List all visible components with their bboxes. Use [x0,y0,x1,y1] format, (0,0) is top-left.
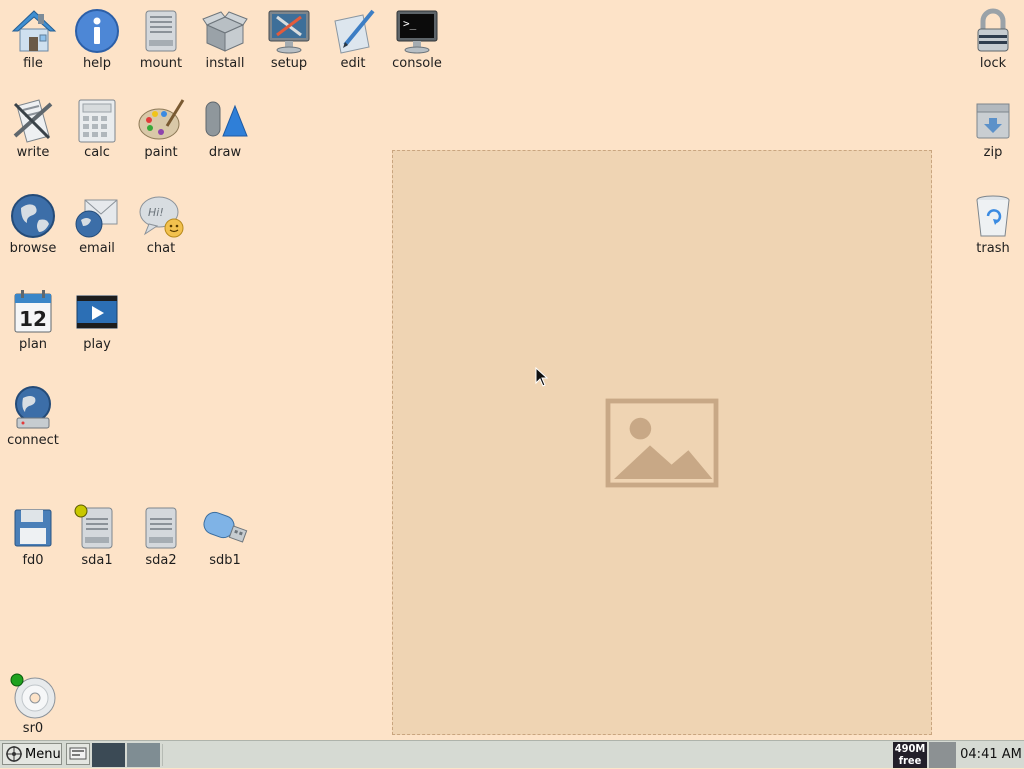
desktop-icon-label: plan [18,337,48,352]
info-icon [75,9,119,53]
console-prompt-text: >_ [403,17,417,30]
taskbar-separator [162,744,163,766]
film-media-icon [76,295,118,329]
free-memory-indicator: 490M free [893,742,927,768]
desktop-icon-sdb1[interactable]: sdb1 [193,504,257,568]
desktop-icon-label: fd0 [22,553,44,568]
desktop-icon-label: edit [340,56,366,71]
home-icon [11,10,57,52]
drive-mounted-icon [74,504,113,549]
desktop-icon-draw[interactable]: draw [193,96,257,160]
desktop-icon-connect[interactable]: connect [1,384,65,448]
pencil-note-icon [334,9,375,54]
desktop-icon-label: paint [144,145,178,160]
desktop-icon-label: sr0 [22,721,44,736]
workspace-pager-2[interactable] [127,743,160,767]
mouse-cursor-icon [535,367,549,387]
desktop-icon-write[interactable]: write [1,96,65,160]
desktop-icon-label: sdb1 [209,553,241,568]
padlock-icon [977,8,1009,52]
desktop-icon-label: calc [84,145,110,160]
desktop-icon-play[interactable]: play [65,288,129,352]
desktop: file help mount install setup edit >_ co… [0,0,1024,740]
email-globe-icon [75,199,118,238]
hard-drive-icon [145,10,177,52]
palette-icon [138,99,185,140]
usb-drive-icon [203,511,248,543]
desktop-icon-paint[interactable]: paint [129,96,193,160]
desktop-icon-label: file [23,56,43,71]
menu-label: Menu [25,746,61,762]
desktop-icon-mount[interactable]: mount [129,7,193,71]
desktop-icon-zip[interactable]: zip [961,96,1024,160]
trash-bin-icon [976,195,1010,237]
desktop-icon-label: console [392,56,442,71]
network-globe-icon [15,386,51,429]
show-desktop-icon [69,747,87,760]
clock[interactable]: 04:41 AM [958,741,1024,769]
menu-button[interactable]: Menu [2,743,62,765]
floppy-disk-icon [14,509,52,547]
desktop-icon-label: install [205,56,245,71]
tools-monitor-icon [268,10,310,54]
shapes-icon [205,101,248,137]
desktop-icon-email[interactable]: email [65,192,129,256]
chat-bubble-text: Hi! [148,206,164,219]
image-placeholder-icon [605,398,719,487]
taskbar: Menu 490M free 04:41 AM [0,740,1024,768]
desktop-icon-console[interactable]: >_ console [385,7,449,71]
calendar-icon: 12 [14,290,52,333]
desktop-icon-label: draw [208,145,242,160]
desktop-icon-edit[interactable]: edit [321,7,385,71]
desktop-icon-label: lock [979,56,1007,71]
desktop-icon-sr0[interactable]: sr0 [1,672,65,736]
desktop-icon-label: mount [139,56,183,71]
optical-disc-icon [10,673,56,719]
globe-icon [11,194,55,238]
chat-bubble-icon: Hi! [139,196,184,238]
calculator-icon [78,99,116,143]
desktop-icon-label: play [83,337,111,352]
menu-icon [6,746,22,762]
wallpaper-image [392,150,932,735]
desktop-icon-calc[interactable]: calc [65,96,129,160]
desktop-icon-plan[interactable]: 12 plan [1,288,65,352]
desktop-icon-label: help [82,56,112,71]
archive-box-icon [976,103,1010,139]
system-tray-area[interactable] [929,742,956,768]
desktop-icon-label: zip [983,145,1003,160]
desktop-icon-file[interactable]: file [1,7,65,71]
desktop-icon-sda1[interactable]: sda1 [65,504,129,568]
desktop-icon-fd0[interactable]: fd0 [1,504,65,568]
desktop-icon-label: browse [9,241,57,256]
calendar-day-number: 12 [19,307,47,331]
desktop-icon-trash[interactable]: trash [961,192,1024,256]
desktop-icon-chat[interactable]: Hi! chat [129,192,193,256]
desktop-icon-label: trash [976,241,1010,256]
terminal-icon: >_ [396,10,438,54]
quick-launch-button[interactable] [66,743,90,765]
desktop-icon-sda2[interactable]: sda2 [129,504,193,568]
package-box-icon [202,11,248,52]
desktop-icon-lock[interactable]: lock [961,7,1024,71]
desktop-icon-label: write [16,145,50,160]
desktop-icon-install[interactable]: install [193,7,257,71]
desktop-icon-label: connect [7,433,59,448]
workspace-pager-1[interactable] [92,743,125,767]
desktop-icon-setup[interactable]: setup [257,7,321,71]
desktop-icon-label: sda1 [81,553,113,568]
write-document-icon [13,99,53,143]
desktop-icon-label: email [79,241,115,256]
desktop-icon-label: chat [146,241,176,256]
desktop-icon-label: setup [270,56,308,71]
desktop-icon-browse[interactable]: browse [1,192,65,256]
desktop-icon-label: sda2 [145,553,177,568]
free-memory-label: free [898,754,922,767]
desktop-icon-help[interactable]: help [65,7,129,71]
hard-drive-icon [145,507,177,549]
